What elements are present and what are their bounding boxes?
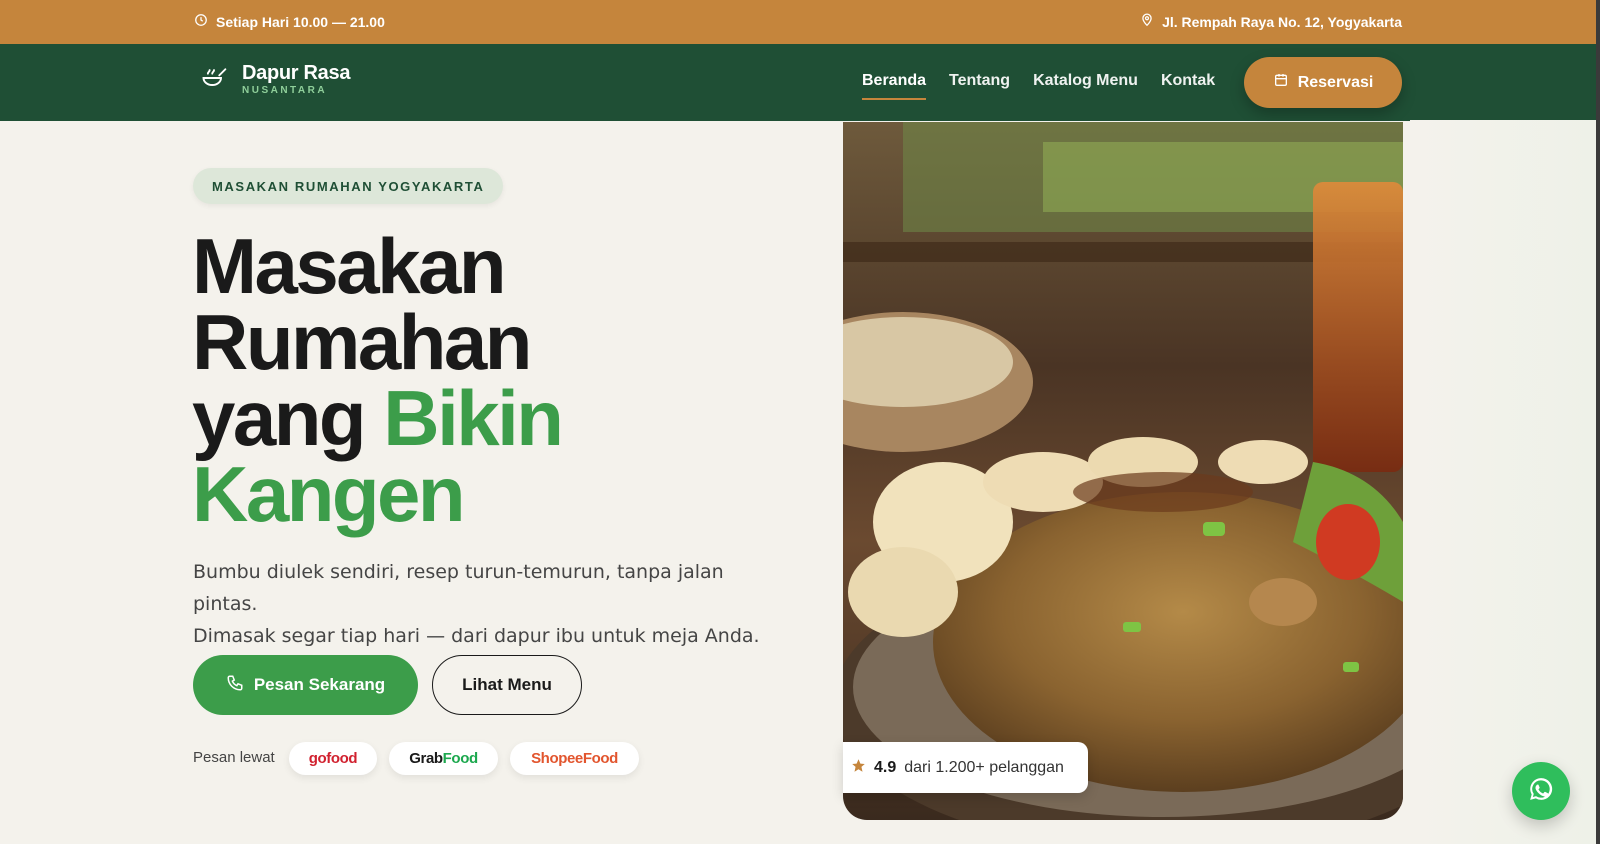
hero-glow	[1410, 120, 1600, 844]
opening-hours-text: Setiap Hari 10.00 — 21.00	[216, 13, 385, 30]
whatsapp-icon	[1528, 776, 1554, 807]
nav-link-beranda[interactable]: Beranda	[862, 72, 927, 100]
headline-line-3b: Bikin	[383, 374, 564, 462]
top-info-bar: Setiap Hari 10.00 — 21.00 Jl. Rempah Ray…	[0, 0, 1600, 44]
shopeefood-link[interactable]: ShopeeFood	[510, 742, 639, 775]
nav-menu: Beranda Tentang Katalog Menu Kontak	[862, 72, 1215, 100]
hero-description-line-1: Bumbu diulek sendiri, resep turun-temuru…	[193, 561, 724, 615]
map-pin-icon	[1140, 13, 1154, 30]
scrollbar[interactable]	[1596, 0, 1600, 844]
grabfood-link[interactable]: Grab Food	[389, 742, 498, 775]
gofood-link[interactable]: gofood	[289, 742, 377, 775]
order-now-label: Pesan Sekarang	[253, 675, 386, 694]
reservation-label: Reservasi	[1297, 73, 1374, 91]
hero-headline: Masakan Rumahan yang Bikin Kangen	[192, 227, 564, 533]
rating-badge: 4.9 dari 1.200+ pelanggan	[843, 742, 1088, 793]
headline-line-3a: yang	[192, 374, 367, 462]
brand-subtitle: NUSANTARA	[242, 85, 328, 96]
phone-icon	[226, 674, 244, 697]
reservation-button[interactable]: Reservasi	[1244, 57, 1402, 108]
rating-text: dari 1.200+ pelanggan	[904, 758, 1064, 776]
view-menu-button[interactable]: Lihat Menu	[432, 655, 582, 715]
hero-tag: MASAKAN RUMAHAN YOGYAKARTA	[193, 168, 504, 204]
hero-food-photo	[843, 122, 1403, 820]
address-text: Jl. Rempah Raya No. 12, Yogyakarta	[1162, 13, 1402, 30]
order-via-label: Pesan lewat	[193, 749, 275, 766]
whatsapp-button[interactable]	[1512, 762, 1570, 820]
rating-score: 4.9	[874, 758, 897, 776]
calendar-icon	[1273, 72, 1289, 93]
hero-description: Bumbu diulek sendiri, resep turun-temuru…	[193, 556, 793, 652]
headline-line-4: Kangen	[192, 450, 466, 538]
hero-description-line-2: Dimasak segar tiap hari — dari dapur ibu…	[193, 625, 760, 647]
clock-icon	[194, 13, 208, 30]
nav-link-katalog-menu[interactable]: Katalog Menu	[1033, 72, 1138, 100]
nav-link-tentang[interactable]: Tentang	[949, 72, 1010, 100]
brand-logo[interactable]: Dapur Rasa NUSANTARA	[200, 62, 350, 98]
nav-link-kontak[interactable]: Kontak	[1161, 72, 1215, 100]
opening-hours: Setiap Hari 10.00 — 21.00	[194, 13, 385, 30]
address: Jl. Rempah Raya No. 12, Yogyakarta	[1140, 13, 1402, 30]
cooking-bowl-icon	[200, 64, 228, 97]
main-navbar: Dapur Rasa NUSANTARA Beranda Tentang Kat…	[0, 44, 1600, 121]
headline-line-2: Rumahan	[192, 298, 532, 386]
brand-name: Dapur Rasa	[242, 62, 351, 84]
order-now-button[interactable]: Pesan Sekarang	[193, 655, 418, 715]
grabfood-label-grab: Grab	[409, 750, 443, 767]
headline-line-1: Masakan	[192, 222, 507, 310]
star-icon	[851, 758, 866, 778]
grabfood-label-food: Food	[442, 750, 478, 767]
